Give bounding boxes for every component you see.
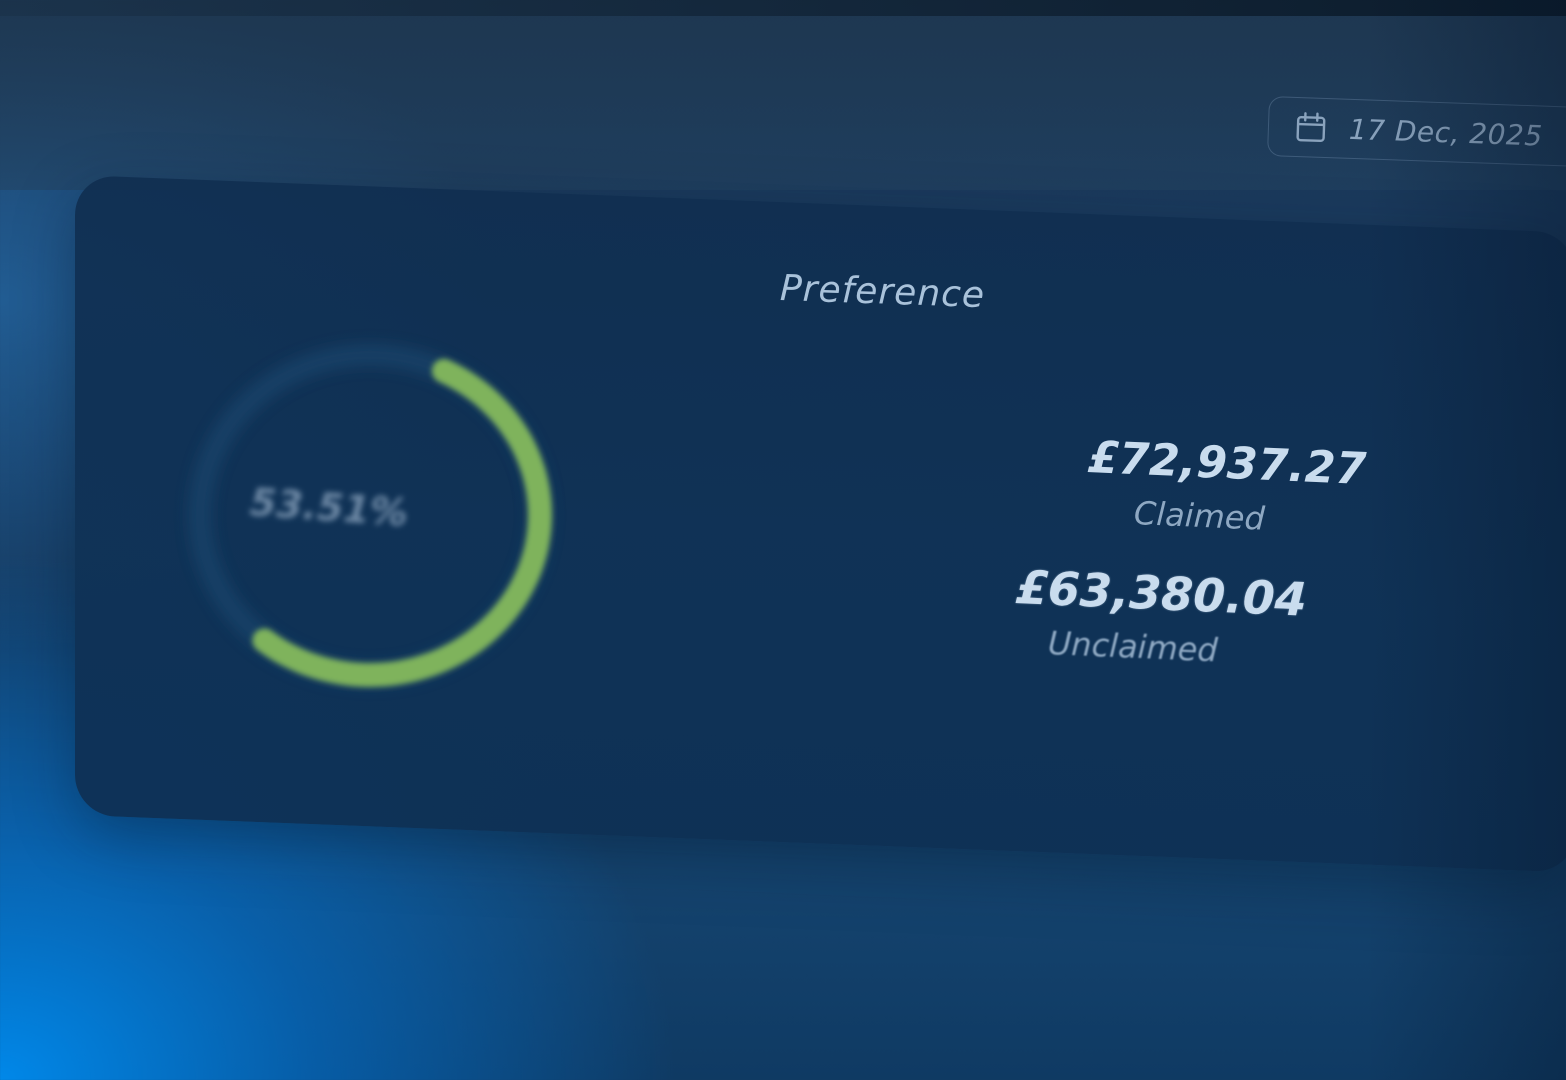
- claimed-label: Claimed: [1133, 494, 1266, 538]
- card-title: Preference: [779, 268, 986, 317]
- date-picker-button[interactable]: 17 Dec, 2025: [1266, 96, 1566, 168]
- top-divider: [0, 0, 1566, 16]
- calendar-icon: [1294, 111, 1327, 144]
- unclaimed-label: Unclaimed: [1047, 624, 1219, 670]
- date-label: 17 Dec, 2025: [1348, 112, 1544, 153]
- top-bar: [0, 0, 1566, 190]
